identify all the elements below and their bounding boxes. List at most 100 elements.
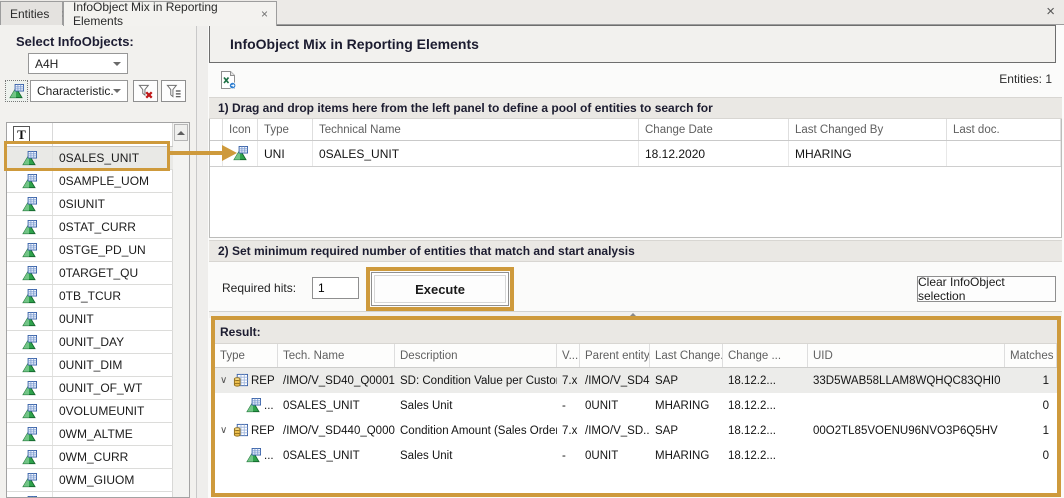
required-hits-input[interactable] <box>312 277 359 299</box>
infoobject-type-value: Characteristic... <box>37 84 113 98</box>
list-item-label: 0VOLUMEUNIT <box>53 404 144 418</box>
cell-last-changed-by: SAP <box>650 418 723 443</box>
list-item[interactable]: 0STGE_PD_UN <box>7 239 173 262</box>
cell-matches: 0 <box>1005 393 1057 418</box>
column-header-uid[interactable]: UID <box>808 344 1005 367</box>
cell-parent-entity: 0UNIT <box>580 393 650 418</box>
select-infoobjects-panel: Select InfoObjects: A4H Characteristic..… <box>0 25 197 498</box>
column-header-tech-name[interactable]: Tech. Name <box>278 344 395 367</box>
cell-last-changed-by: MHARING <box>650 443 723 468</box>
list-item[interactable]: 0SAMPLE_UOM <box>7 170 173 193</box>
cell-technical-name: 0SALES_UNIT <box>313 141 639 166</box>
splitter-arrow-up-icon[interactable] <box>628 313 638 318</box>
column-header-last-doc[interactable]: Last doc. <box>947 119 1061 140</box>
expand-collapse-icon[interactable]: ∨ <box>220 375 233 386</box>
characteristic-icon <box>7 193 53 215</box>
result-heading-text: Result: <box>220 325 261 339</box>
list-item[interactable]: 0UNIT <box>7 308 173 331</box>
column-header-change-date[interactable]: Change ... <box>723 344 808 367</box>
column-header-technical-name[interactable]: Technical Name <box>313 119 639 140</box>
filter-options-button[interactable] <box>161 80 186 102</box>
pool-table-header: Icon Type Technical Name Change Date Las… <box>210 119 1061 141</box>
column-header-matches[interactable]: Matches <box>1005 344 1057 367</box>
execute-button[interactable]: Execute <box>371 272 509 306</box>
query-icon <box>233 423 248 438</box>
cell-change-date: 18.12.2... <box>723 443 808 468</box>
list-item-label: 0UNIT_DAY <box>53 335 124 349</box>
app-window: Entities × InfoObject Mix in Reporting E… <box>0 0 1064 498</box>
cell-uid: 33D5WAB58LLAM8WQHQC83QHI0 <box>808 368 1005 393</box>
characteristic-icon <box>7 262 53 284</box>
tab-infoobject-mix[interactable]: InfoObject Mix in Reporting Elements × <box>63 1 277 26</box>
section2-heading: 2) Set minimum required number of entiti… <box>209 240 1062 262</box>
cell-description: Sales Unit <box>395 443 557 468</box>
list-item[interactable]: 0SALES_UNIT <box>7 147 173 170</box>
list-item[interactable]: 0UNIT_DAY <box>7 331 173 354</box>
column-header-description[interactable]: Description <box>395 344 557 367</box>
characteristic-icon <box>9 84 24 99</box>
list-item[interactable]: 0TARGET_QU <box>7 262 173 285</box>
cell-matches: 0 <box>1005 443 1057 468</box>
clear-filter-button[interactable] <box>133 80 158 102</box>
analysis-controls: Required hits: Execute Clear InfoObject … <box>209 262 1062 312</box>
entities-count-label: Entities: 1 <box>999 72 1052 86</box>
cell-change-date: 18.12.2... <box>723 368 808 393</box>
text-filter-cell[interactable]: T <box>7 123 53 146</box>
list-item[interactable]: 0WM_GIUOM <box>7 469 173 492</box>
cell-parent-entity: /IMO/V_SD40 <box>580 368 650 393</box>
list-filter-header[interactable]: T <box>7 123 173 147</box>
scroll-up-button[interactable] <box>174 124 188 141</box>
horizontal-splitter[interactable] <box>209 311 1062 318</box>
column-header-change-date[interactable]: Change Date <box>639 119 789 140</box>
cell-change-date: 18.12.2... <box>723 393 808 418</box>
result-row[interactable]: ... 0SALES_UNIT Sales Unit - 0UNIT MHARI… <box>215 393 1057 418</box>
column-header-type[interactable]: Type <box>258 119 313 140</box>
list-item[interactable]: 0SIUNIT <box>7 193 173 216</box>
export-excel-button[interactable] <box>217 69 239 91</box>
list-item[interactable]: 0STAT_CURR <box>7 216 173 239</box>
list-item-label: 0WM_ALTME <box>53 427 133 441</box>
list-item[interactable]: 0UNIT_DIM <box>7 354 173 377</box>
column-header-parent-entity[interactable]: Parent entity <box>580 344 650 367</box>
list-item-label: 0SAMPLE_UOM <box>53 174 149 188</box>
cell-uid <box>808 443 1005 468</box>
text-filter-icon: T <box>13 126 30 143</box>
cell-tech-name: 0SALES_UNIT <box>278 443 395 468</box>
infoobject-type-select[interactable]: Characteristic... <box>30 80 128 102</box>
list-item[interactable]: 0WM_CURR <box>7 446 173 469</box>
clear-infoobject-selection-button[interactable]: Clear InfoObject selection <box>917 276 1056 302</box>
tab-entities[interactable]: Entities × <box>0 1 63 25</box>
characteristic-icon <box>233 146 248 161</box>
list-item[interactable]: 0VOLUMEUNIT <box>7 400 173 423</box>
pool-table-row[interactable]: UNI 0SALES_UNIT 18.12.2020 MHARING <box>210 141 1061 167</box>
characteristic-icon <box>7 170 53 192</box>
list-item[interactable]: 0UNIT_OF_WT <box>7 377 173 400</box>
result-row[interactable]: ∨ REP /IMO/V_SD40_Q0001 SD: Condition Va… <box>215 368 1057 393</box>
column-header-last-changed[interactable]: Last Change... <box>650 344 723 367</box>
filter-list-icon <box>165 83 182 100</box>
list-scrollbar[interactable] <box>172 123 189 497</box>
column-header-icon[interactable]: Icon <box>223 119 258 140</box>
cell-last-doc <box>947 141 1061 166</box>
expand-collapse-icon[interactable]: ∨ <box>220 425 233 436</box>
result-row[interactable]: ∨ REP /IMO/V_SD440_Q0001 Condition Amoun… <box>215 418 1057 443</box>
system-select[interactable]: A4H <box>28 53 128 74</box>
characteristic-icon <box>7 354 53 376</box>
list-item[interactable]: 0WM_ALTME <box>7 423 173 446</box>
list-item-partial[interactable] <box>7 492 173 498</box>
tab-close-icon[interactable]: × <box>259 8 270 20</box>
column-header-last-changed-by[interactable]: Last Changed By <box>789 119 947 140</box>
cell-last-changed-by: SAP <box>650 368 723 393</box>
result-row[interactable]: ... 0SALES_UNIT Sales Unit - 0UNIT MHARI… <box>215 443 1057 468</box>
list-item-label: 0UNIT_DIM <box>53 358 122 372</box>
window-close-icon[interactable]: × <box>1046 3 1055 20</box>
section2-heading-text: 2) Set minimum required number of entiti… <box>218 244 635 258</box>
list-item[interactable]: 0TB_TCUR <box>7 285 173 308</box>
column-header-version[interactable]: V... <box>557 344 580 367</box>
required-hits-label: Required hits: <box>222 281 296 295</box>
list-item-label: 0WM_CURR <box>53 450 128 464</box>
characteristic-icon <box>7 308 53 330</box>
column-header-type[interactable]: Type <box>215 344 278 367</box>
list-item-label: 0STGE_PD_UN <box>53 243 146 257</box>
cell-version: 7.x <box>557 418 580 443</box>
